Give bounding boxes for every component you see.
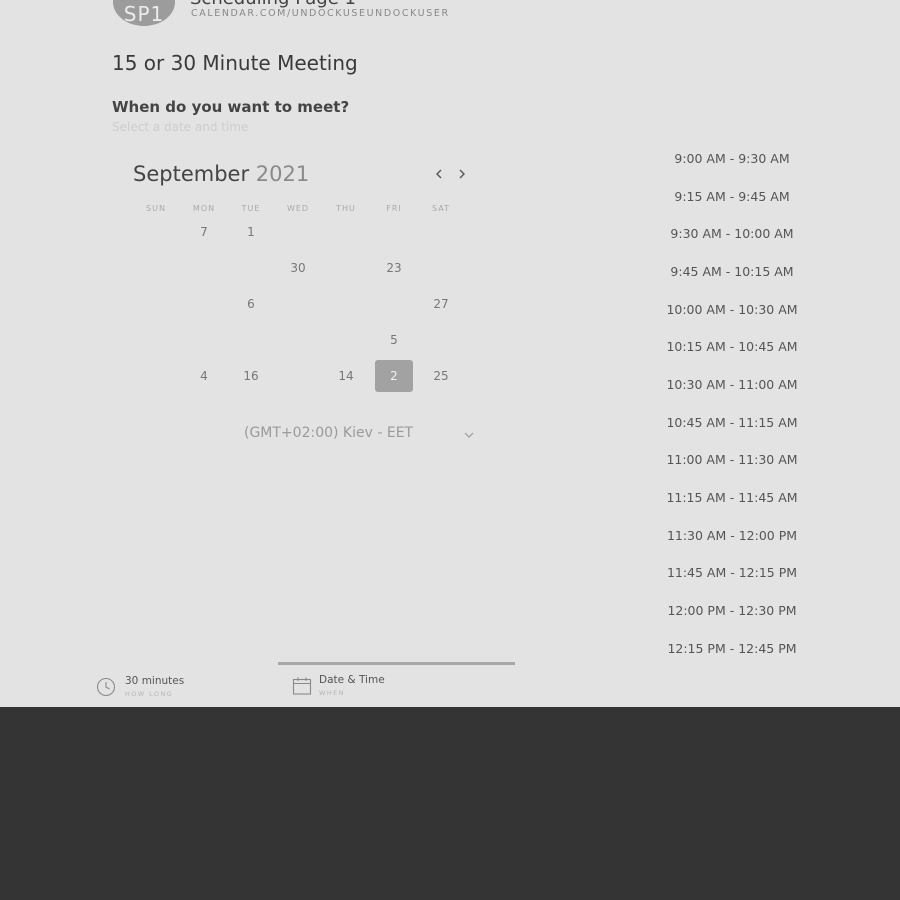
time-slot[interactable]: 12:15 PM - 12:45 PM xyxy=(656,641,808,656)
time-slot[interactable]: 11:45 AM - 12:15 PM xyxy=(656,565,808,580)
section-heading: When do you want to meet? xyxy=(112,98,350,116)
calendar-day[interactable]: 30 xyxy=(279,252,317,284)
calendar-icon xyxy=(292,677,312,695)
calendar-day[interactable]: 4 xyxy=(185,360,223,392)
date-time-step-title: Date & Time xyxy=(319,674,385,686)
time-slot[interactable]: 9:00 AM - 9:30 AM xyxy=(656,151,808,166)
chevron-down-icon[interactable] xyxy=(462,428,476,442)
timezone-select[interactable]: (GMT+02:00) Kiev - EET xyxy=(244,425,413,441)
calendar-day[interactable]: 1 xyxy=(232,216,270,248)
weekday-sat: SAT xyxy=(432,204,450,213)
calendar-day[interactable]: 14 xyxy=(327,360,365,392)
date-time-step-label: WHEN xyxy=(319,689,345,697)
calendar-day[interactable]: 27 xyxy=(422,288,460,320)
time-slot[interactable]: 9:45 AM - 10:15 AM xyxy=(656,264,808,279)
time-slot[interactable]: 10:00 AM - 10:30 AM xyxy=(656,302,808,317)
calendar-day[interactable]: 7 xyxy=(185,216,223,248)
clock-icon xyxy=(96,677,116,697)
weekday-tue: TUE xyxy=(241,204,261,213)
time-slot[interactable]: 10:15 AM - 10:45 AM xyxy=(656,339,808,354)
scheduling-panel: SP1 Scheduling Page 1 CALENDAR.COM/UNDOC… xyxy=(0,0,900,707)
time-slot[interactable]: 9:15 AM - 9:45 AM xyxy=(656,189,808,204)
chevron-left-icon xyxy=(436,169,442,179)
calendar-day[interactable]: 5 xyxy=(375,324,413,356)
avatar: SP1 xyxy=(113,0,175,26)
calendar-day-selected[interactable]: 2 xyxy=(375,360,413,392)
month-year-label: September 2021 xyxy=(133,162,309,186)
month-label: September xyxy=(133,162,250,186)
weekday-sun: SUN xyxy=(146,204,166,213)
weekday-fri: FRI xyxy=(386,204,402,213)
calendar-day[interactable]: 16 xyxy=(232,360,270,392)
time-slot[interactable]: 11:15 AM - 11:45 AM xyxy=(656,490,808,505)
calendar-day[interactable]: 6 xyxy=(232,288,270,320)
duration-step-title: 30 minutes xyxy=(125,675,185,687)
duration-step-label: HOW LONG xyxy=(125,690,174,698)
scheduling-page-url[interactable]: CALENDAR.COM/UNDOCKUSEUNDOCKUSER xyxy=(191,8,450,19)
event-title: 15 or 30 Minute Meeting xyxy=(112,51,358,75)
time-slot[interactable]: 11:00 AM - 11:30 AM xyxy=(656,452,808,467)
calendar-day[interactable]: 23 xyxy=(375,252,413,284)
section-subtitle: Select a date and time xyxy=(112,120,249,134)
weekday-thu: THU xyxy=(336,204,356,213)
step-progress-indicator xyxy=(278,662,515,665)
chevron-right-icon xyxy=(459,169,465,179)
time-slot[interactable]: 11:30 AM - 12:00 PM xyxy=(656,528,808,543)
time-slot[interactable]: 10:30 AM - 11:00 AM xyxy=(656,377,808,392)
time-slot[interactable]: 9:30 AM - 10:00 AM xyxy=(656,226,808,241)
time-slot[interactable]: 12:00 PM - 12:30 PM xyxy=(656,603,808,618)
page: SP1 Scheduling Page 1 CALENDAR.COM/UNDOC… xyxy=(0,0,900,900)
prev-month-button[interactable] xyxy=(432,166,446,184)
weekday-mon: MON xyxy=(192,204,216,213)
year-label: 2021 xyxy=(255,162,310,186)
avatar-initials: SP1 xyxy=(123,2,165,26)
next-month-button[interactable] xyxy=(455,166,469,184)
calendar-day[interactable]: 25 xyxy=(422,360,460,392)
weekday-wed: WED xyxy=(286,204,310,213)
time-slot[interactable]: 10:45 AM - 11:15 AM xyxy=(656,415,808,430)
